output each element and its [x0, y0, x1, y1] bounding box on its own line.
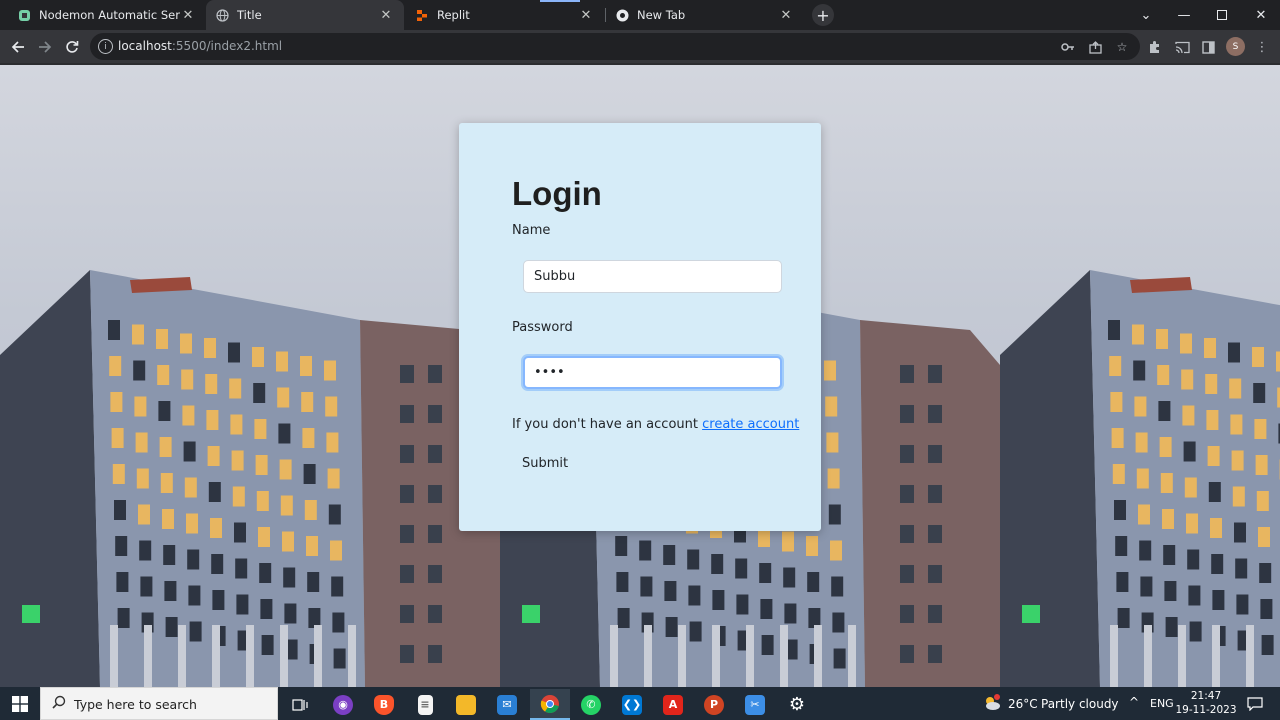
url-path: :5500/index2.html	[171, 39, 283, 53]
windows-taskbar: Type here to search ◉ B ≡ ✉ ✆ ❮❯ A P ✂ ⚙…	[0, 687, 1280, 720]
background-building-image	[0, 65, 500, 687]
page-viewport: Login Name Subbu Password •••• If you do…	[0, 65, 1280, 687]
tray-chevron-up-icon[interactable]: ^	[1129, 695, 1139, 709]
minimize-button[interactable]: —	[1165, 0, 1203, 30]
more-menu-icon[interactable]: ⋮	[1252, 37, 1272, 57]
browser-tab-strip: Nodemon Automatic Server Run ✕ Title ✕ R…	[0, 0, 1280, 30]
app-icon-purple[interactable]: ◉	[323, 689, 363, 720]
browser-toolbar: i localhost:5500/index2.html ☆ S ⋮	[0, 30, 1280, 63]
submit-button[interactable]: Submit	[522, 456, 568, 471]
close-tab-icon[interactable]: ✕	[778, 7, 794, 23]
tab-nodemon[interactable]: Nodemon Automatic Server Run ✕	[8, 0, 206, 30]
create-account-link[interactable]: create account	[702, 417, 799, 432]
system-clock[interactable]: 21:47 19-11-2023	[1170, 689, 1242, 717]
close-tab-icon[interactable]: ✕	[378, 7, 394, 23]
whatsapp-icon[interactable]: ✆	[571, 689, 611, 720]
globe-icon	[216, 8, 229, 22]
close-window-button[interactable]: ✕	[1242, 0, 1280, 30]
replit-icon	[416, 9, 429, 22]
chrome-taskbar-icon[interactable]	[530, 689, 570, 720]
task-view-icon[interactable]	[280, 689, 320, 720]
brave-browser-icon[interactable]: B	[364, 689, 404, 720]
side-panel-icon[interactable]	[1198, 37, 1218, 57]
address-bar[interactable]: i localhost:5500/index2.html ☆	[90, 33, 1140, 60]
name-input[interactable]: Subbu	[523, 260, 782, 293]
taskbar-search-box[interactable]: Type here to search	[40, 687, 278, 720]
clock-date: 19-11-2023	[1175, 704, 1237, 716]
login-heading: Login	[512, 175, 602, 212]
tab-title: Replit	[437, 8, 470, 22]
maximize-button[interactable]	[1203, 0, 1241, 30]
password-label: Password	[512, 320, 573, 335]
forward-arrow-icon[interactable]	[32, 34, 58, 60]
login-card: Login Name Subbu Password •••• If you do…	[459, 123, 821, 531]
tab-new-tab[interactable]: New Tab ✕	[606, 0, 804, 30]
name-label: Name	[512, 223, 551, 238]
tab-title: New Tab	[637, 8, 686, 22]
profile-avatar[interactable]: S	[1226, 37, 1245, 56]
close-tab-icon[interactable]: ✕	[578, 7, 594, 23]
share-icon[interactable]	[1086, 38, 1104, 56]
tab-title: Nodemon Automatic Server Run	[39, 8, 180, 22]
search-icon	[52, 695, 66, 713]
key-icon[interactable]	[1059, 38, 1077, 56]
back-arrow-icon[interactable]	[5, 34, 31, 60]
create-account-hint: If you don't have an account create acco…	[512, 417, 799, 432]
weather-icon[interactable]	[982, 694, 1002, 715]
close-tab-icon[interactable]: ✕	[180, 7, 196, 23]
notification-icon[interactable]	[1244, 693, 1266, 715]
extensions-puzzle-icon[interactable]	[1145, 37, 1165, 57]
url-text: localhost:5500/index2.html	[118, 39, 282, 53]
background-building-image	[1000, 65, 1280, 687]
file-explorer-icon[interactable]	[446, 689, 486, 720]
notepad-icon[interactable]: ≡	[405, 689, 445, 720]
windows-start-icon[interactable]	[0, 687, 40, 720]
new-tab-button[interactable]: +	[812, 4, 834, 26]
weather-description[interactable]: Partly cloudy	[1041, 697, 1119, 711]
cast-icon[interactable]	[1172, 37, 1192, 57]
password-input[interactable]: ••••	[523, 356, 782, 389]
tab-replit[interactable]: Replit ✕	[406, 0, 604, 30]
settings-gear-icon[interactable]: ⚙	[777, 689, 817, 720]
bookmark-star-icon[interactable]: ☆	[1113, 38, 1131, 56]
weather-temperature[interactable]: 26°C	[1008, 697, 1038, 711]
vscode-icon[interactable]: ❮❯	[612, 689, 652, 720]
clock-time: 21:47	[1190, 690, 1222, 702]
tab-title-page[interactable]: Title ✕	[206, 0, 404, 30]
powerpoint-icon[interactable]: P	[694, 689, 734, 720]
tab-title: Title	[237, 8, 262, 22]
url-host: localhost	[118, 39, 172, 53]
snipping-tool-icon[interactable]: ✂	[735, 689, 775, 720]
acrobat-icon[interactable]: A	[653, 689, 693, 720]
no-account-text: If you don't have an account	[512, 417, 698, 432]
tab-search-chevron-icon[interactable]: ⌄	[1127, 0, 1165, 30]
site-info-icon[interactable]: i	[98, 39, 113, 54]
reload-icon[interactable]	[59, 34, 85, 60]
nodemon-icon	[18, 9, 31, 22]
mail-icon[interactable]: ✉	[487, 689, 527, 720]
search-placeholder: Type here to search	[74, 697, 197, 712]
chrome-icon	[616, 9, 629, 22]
